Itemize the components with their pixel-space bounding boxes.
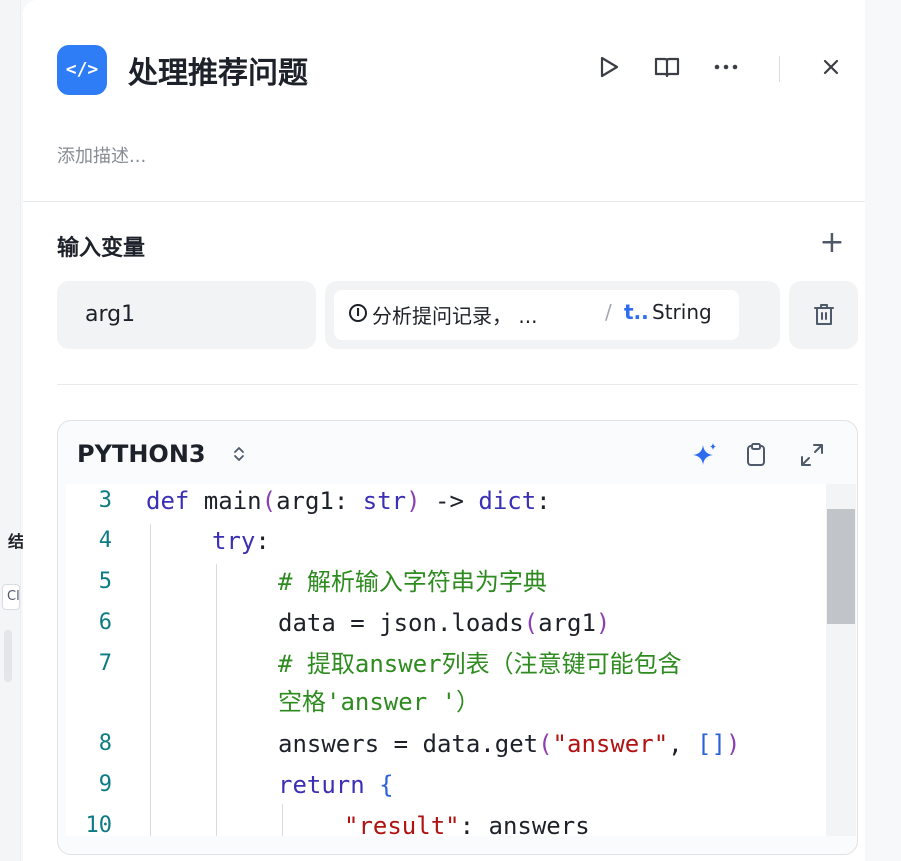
more-icon — [714, 64, 738, 70]
canvas-scroll-fragment — [4, 630, 12, 682]
clipboard-icon — [747, 443, 765, 466]
editor-scrollbar-thumb[interactable] — [827, 509, 855, 624]
play-icon — [600, 56, 619, 78]
expand-editor-button[interactable] — [797, 440, 827, 470]
add-variable-button[interactable]: + — [816, 228, 848, 260]
code-line: answers = data.get("answer", []) — [278, 730, 741, 758]
indent-guide — [150, 524, 151, 836]
line-number: 3 — [98, 488, 112, 513]
code-line: try: — [212, 527, 270, 555]
code-line: "result": answers — [344, 812, 590, 836]
run-button[interactable] — [592, 50, 626, 84]
header-divider — [23, 201, 865, 202]
delete-variable-button[interactable] — [789, 281, 858, 349]
code-line: return { — [278, 771, 394, 799]
section-divider — [57, 384, 858, 385]
line-number: 7 — [98, 651, 112, 676]
reference-separator: / — [605, 300, 612, 324]
line-number: 4 — [98, 528, 112, 553]
more-button[interactable] — [709, 50, 743, 84]
reference-source-node: 分析提问记录， ... — [372, 304, 538, 328]
language-caret-icon[interactable] — [233, 446, 245, 466]
code-comment-wrap: 空格'answer '） — [278, 688, 481, 716]
line-number: 6 — [98, 610, 112, 635]
sparkle-icon — [693, 443, 716, 465]
input-variables-title: 输入变量 — [57, 236, 146, 261]
line-number: 9 — [98, 772, 112, 797]
code-node-icon: </> — [57, 45, 107, 95]
expand-icon — [801, 444, 823, 466]
indent-guide — [216, 564, 217, 836]
variable-name-field[interactable]: arg1 — [57, 281, 316, 349]
trash-icon — [813, 304, 834, 325]
reference-type: String — [652, 300, 712, 324]
code-line: data = json.loads(arg1) — [278, 609, 611, 637]
code-editor[interactable]: 3 def main(arg1: str) -> dict: 4 try: 5 … — [66, 484, 826, 836]
code-line: def main(arg1: str) -> dict: — [146, 487, 551, 515]
language-selector[interactable]: PYTHON3 — [77, 440, 206, 468]
line-number: 8 — [98, 731, 112, 756]
code-comment: # 提取answer列表（注意键可能包含 — [278, 650, 682, 678]
copy-code-button[interactable] — [741, 440, 771, 470]
line-number: 5 — [98, 569, 112, 594]
canvas-node-tag-fragment: Cl — [2, 584, 20, 610]
docs-button[interactable] — [650, 50, 684, 84]
book-icon — [654, 57, 680, 78]
canvas-background-strip: 结 Cl — [0, 0, 25, 861]
toolbar-divider — [779, 56, 780, 82]
code-comment: # 解析输入字符串为字典 — [278, 568, 547, 596]
node-title[interactable]: 处理推荐问题 — [128, 48, 308, 92]
node-ref-icon: I — [349, 304, 367, 322]
line-number: 10 — [85, 813, 113, 836]
description-field[interactable]: 添加描述... — [57, 142, 146, 168]
indent-guide — [282, 804, 283, 836]
canvas-node-fragment: 结 — [8, 532, 25, 551]
ai-assist-button[interactable] — [690, 440, 720, 470]
close-icon — [823, 59, 839, 75]
close-button[interactable] — [814, 50, 848, 84]
reference-variable: t.. — [624, 300, 649, 324]
